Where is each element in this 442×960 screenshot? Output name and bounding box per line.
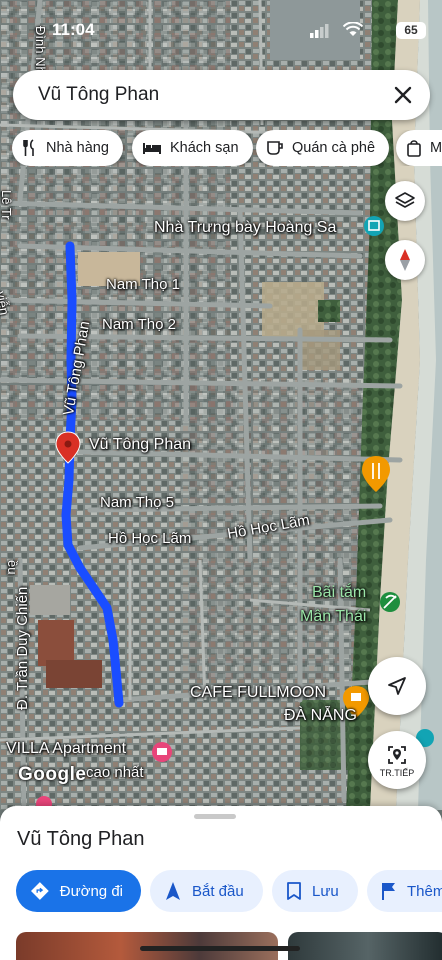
category-chips: Nhà hàng Khách sạn Quán cà phê Mu bbox=[12, 130, 442, 166]
shopping-bag-icon bbox=[407, 140, 421, 157]
chip-shopping[interactable]: Mu bbox=[396, 130, 442, 166]
status-bar: 11:04 65 bbox=[0, 18, 442, 44]
start-button[interactable]: Bắt đầu bbox=[150, 870, 263, 912]
save-label: Lưu bbox=[312, 882, 339, 900]
map-label-beach[interactable]: Mân Thái bbox=[300, 608, 366, 626]
directions-button[interactable]: Đường đi bbox=[16, 870, 141, 912]
chip-label: Mu bbox=[430, 140, 442, 156]
directions-label: Đường đi bbox=[59, 882, 123, 900]
beach-marker-icon bbox=[380, 592, 400, 612]
map-label-pin[interactable]: Vũ Tông Phan bbox=[89, 436, 191, 454]
more-label: Thêm bbox=[407, 882, 442, 900]
battery-indicator: 65 bbox=[396, 22, 426, 39]
directions-icon bbox=[30, 882, 49, 900]
map-label-street: Đ. Trần Duy Chiến bbox=[14, 586, 31, 710]
map-label-villa[interactable]: VILLA Apartment bbox=[6, 740, 126, 758]
place-sheet[interactable]: Vũ Tông Phan Đường đi Bắt đầu Lưu Thêm bbox=[0, 806, 442, 960]
map-label-street: Hồ Học Lãm bbox=[108, 530, 192, 547]
sheet-drag-handle[interactable] bbox=[194, 814, 236, 819]
layers-icon bbox=[395, 192, 415, 208]
home-indicator[interactable] bbox=[140, 946, 300, 951]
save-button[interactable]: Lưu bbox=[272, 870, 358, 912]
navigate-button[interactable]: TR.TIẾP bbox=[368, 731, 426, 789]
hotel-marker-icon bbox=[152, 742, 172, 762]
map-label-street: Nam Thọ 5 bbox=[100, 494, 174, 511]
chip-label: Quán cà phê bbox=[292, 140, 376, 156]
bookmark-icon bbox=[287, 882, 301, 900]
map-label-villa-sub: cao nhất bbox=[86, 764, 144, 781]
map-label-street: Lê Tr bbox=[0, 190, 14, 220]
search-bar[interactable]: Vũ Tông Phan bbox=[13, 70, 430, 120]
map-label-street: ều bbox=[5, 560, 20, 575]
place-title: Vũ Tông Phan bbox=[17, 828, 145, 850]
map-label-cafe[interactable]: ĐÀ NẴNG bbox=[284, 707, 357, 725]
place-photo[interactable] bbox=[288, 932, 442, 960]
status-time: 11:04 bbox=[52, 20, 95, 39]
google-logo: Google bbox=[18, 764, 87, 785]
bed-icon bbox=[143, 143, 161, 154]
map-label-street: Nam Thọ 2 bbox=[102, 316, 176, 333]
chip-label: Nhà hàng bbox=[46, 140, 109, 156]
more-button[interactable]: Thêm bbox=[367, 870, 442, 912]
start-label: Bắt đầu bbox=[192, 882, 244, 900]
search-query[interactable]: Vũ Tông Phan bbox=[38, 84, 159, 106]
map-label-museum[interactable]: Nhà Trưng bày Hoàng Sa bbox=[154, 219, 336, 237]
my-location-button[interactable] bbox=[368, 657, 426, 715]
map-label-street: Nam Thọ 1 bbox=[106, 276, 180, 293]
compass-button[interactable] bbox=[385, 240, 425, 280]
close-icon[interactable] bbox=[390, 82, 416, 108]
wifi-icon bbox=[343, 22, 363, 36]
chip-label: Khách sạn bbox=[170, 140, 239, 156]
map-label-beach[interactable]: Bãi tắm bbox=[312, 584, 366, 602]
location-arrow-icon bbox=[388, 677, 406, 695]
directions-pin-icon bbox=[388, 745, 406, 764]
fork-knife-icon bbox=[23, 139, 34, 156]
place-actions: Đường đi Bắt đầu Lưu Thêm bbox=[0, 870, 442, 914]
flag-icon bbox=[382, 883, 395, 900]
map-label-cafe[interactable]: CAFE FULLMOON bbox=[190, 684, 326, 702]
compass-icon bbox=[400, 249, 410, 271]
signal-icon bbox=[310, 24, 329, 38]
navigate-caption: TR.TIẾP bbox=[379, 767, 415, 778]
navigation-arrow-icon bbox=[166, 882, 180, 900]
layers-button[interactable] bbox=[385, 181, 425, 221]
chip-restaurants[interactable]: Nhà hàng bbox=[12, 130, 123, 166]
coffee-cup-icon bbox=[267, 141, 283, 155]
museum-marker-icon bbox=[364, 216, 384, 236]
chip-hotels[interactable]: Khách sạn bbox=[132, 130, 253, 166]
chip-cafes[interactable]: Quán cà phê bbox=[256, 130, 390, 166]
